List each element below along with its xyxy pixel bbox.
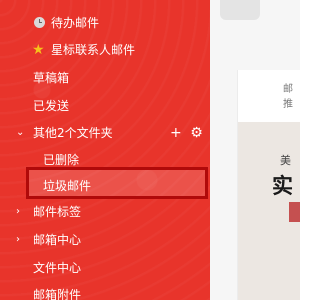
sidebar-item-label: 文件中心 (33, 261, 82, 275)
sidebar-item-label: 草稿箱 (33, 71, 70, 85)
sidebar-item-drafts[interactable]: 草稿箱 (0, 68, 210, 88)
sidebar-item-label: 待办邮件 (51, 16, 100, 30)
sidebar-item-mail-tags[interactable]: › 邮件标签 (0, 202, 210, 222)
sidebar-item-attachments[interactable]: 邮箱附件 (0, 285, 210, 300)
sidebar: 待办邮件 ★ 星标联系人邮件 草稿箱 已发送 ⌄ 其他2个文件夹 + ⚙ 已删除… (0, 0, 210, 300)
sidebar-item-todo[interactable]: 待办邮件 (0, 13, 210, 33)
chevron-down-icon[interactable]: ⌄ (16, 123, 24, 143)
clock-icon (34, 17, 45, 28)
sidebar-item-starred-contacts[interactable]: ★ 星标联系人邮件 (0, 40, 210, 60)
sidebar-item-label: 已发送 (33, 99, 70, 113)
ad-text-line: 美 (280, 154, 291, 167)
sidebar-item-mail-center[interactable]: › 邮箱中心 (0, 230, 210, 250)
app-root: 待办邮件 ★ 星标联系人邮件 草稿箱 已发送 ⌄ 其他2个文件夹 + ⚙ 已删除… (0, 0, 300, 300)
folder-actions: + ⚙ (170, 123, 207, 143)
app-icon (220, 0, 260, 20)
sidebar-item-label: 邮箱附件 (33, 288, 82, 300)
sidebar-item-file-center[interactable]: 文件中心 (0, 258, 210, 278)
gear-icon[interactable]: ⚙ (190, 125, 203, 141)
sidebar-item-label: 其他2个文件夹 (33, 126, 113, 140)
chevron-right-icon[interactable]: › (16, 230, 20, 250)
sidebar-item-other-folders[interactable]: ⌄ 其他2个文件夹 + ⚙ (0, 123, 210, 143)
star-icon: ★ (32, 42, 45, 58)
content-panel: 邮推 美 实 (237, 70, 300, 300)
ad-headline: 实 (272, 174, 293, 198)
ad-accent-block (289, 202, 300, 222)
ad-banner[interactable]: 美 实 (238, 122, 300, 300)
sidebar-item-spam[interactable]: 垃圾邮件 (0, 176, 210, 196)
chevron-right-icon[interactable]: › (16, 202, 20, 222)
main-content: 邮推 美 实 (210, 0, 300, 300)
sidebar-item-label: 邮件标签 (33, 205, 82, 219)
sidebar-item-sent[interactable]: 已发送 (0, 96, 210, 116)
panel-tab[interactable]: 邮推 (283, 80, 300, 110)
sidebar-item-label: 星标联系人邮件 (51, 43, 136, 57)
sidebar-item-label: 邮箱中心 (33, 233, 82, 247)
sidebar-item-label: 垃圾邮件 (43, 179, 92, 193)
add-folder-icon[interactable]: + (170, 125, 182, 141)
